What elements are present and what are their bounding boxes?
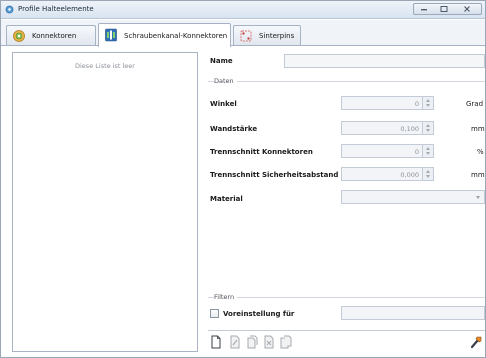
copy-document-icon xyxy=(247,335,258,349)
tab-sinterpins[interactable]: Sinterpins xyxy=(233,25,301,45)
duplicate-document-icon xyxy=(280,335,292,349)
trennschnitt-konnektoren-spinner[interactable] xyxy=(422,145,433,157)
trennschnitt-konnektoren-input[interactable]: 0 xyxy=(341,144,434,158)
preset-input[interactable] xyxy=(341,306,485,320)
wandstaerke-value: 0,100 xyxy=(400,125,419,133)
preset-checkbox[interactable] xyxy=(210,309,219,318)
wandstaerke-spinner[interactable] xyxy=(422,122,433,134)
title-bar: Profile Halteelemente xyxy=(1,1,485,19)
minimize-button[interactable] xyxy=(413,3,435,15)
main-window: Profile Halteelemente Konnektoren Schrau… xyxy=(0,0,486,358)
trennschnitt-sicherheitsabstand-label: Trennschnitt Sicherheitsabstand xyxy=(210,171,339,179)
trennschnitt-konnektoren-label: Trennschnitt Konnektoren xyxy=(210,148,313,156)
wandstaerke-label: Wandstärke xyxy=(210,125,258,133)
trennschnitt-sicherheitsabstand-input[interactable]: 0,000 xyxy=(341,167,434,181)
tab-label: Schraubenkanal-Konnektoren xyxy=(124,32,228,40)
name-label: Name xyxy=(210,57,233,65)
duplicate-button[interactable] xyxy=(280,335,292,349)
screw-channel-icon xyxy=(105,28,117,42)
delete-document-icon xyxy=(264,335,274,349)
winkel-label: Winkel xyxy=(210,100,237,108)
maximize-button[interactable] xyxy=(434,3,454,15)
daten-legend: Daten xyxy=(214,77,237,85)
trennschnitt-sicherheitsabstand-value: 0,000 xyxy=(400,171,419,179)
material-dropdown[interactable] xyxy=(341,190,485,204)
material-label: Material xyxy=(210,195,243,203)
close-button[interactable] xyxy=(453,3,482,15)
new-button[interactable] xyxy=(210,335,222,349)
wandstaerke-input[interactable]: 0,100 xyxy=(341,121,434,135)
details-panel: Name Daten Winkel 0 Grad Wandstärke 0,10… xyxy=(208,47,485,357)
tab-label: Konnektoren xyxy=(32,32,77,40)
winkel-value: 0 xyxy=(414,100,419,108)
wandstaerke-unit: mm xyxy=(471,125,485,133)
filter-legend: Filtern xyxy=(214,293,238,301)
delete-button[interactable] xyxy=(263,335,275,349)
connector-icon xyxy=(13,30,25,42)
tab-strip: Konnektoren Schraubenkanal-Konnektoren S… xyxy=(1,20,485,47)
element-list[interactable]: Diese Liste ist leer xyxy=(12,52,198,352)
filter-divider xyxy=(208,297,485,298)
trennschnitt-konnektoren-unit: % xyxy=(477,148,484,156)
trennschnitt-sicherheitsabstand-unit: mm xyxy=(471,171,485,179)
daten-divider xyxy=(208,81,485,82)
tab-konnektoren[interactable]: Konnektoren xyxy=(6,25,96,45)
empty-list-text: Diese Liste ist leer xyxy=(75,62,135,70)
winkel-spinner[interactable] xyxy=(422,97,433,109)
maximize-icon xyxy=(440,6,447,12)
name-input[interactable] xyxy=(284,54,485,68)
close-icon xyxy=(464,6,470,12)
wrench-tool-icon xyxy=(470,336,482,349)
window-title: Profile Halteelemente xyxy=(18,5,94,13)
app-icon xyxy=(5,5,14,14)
settings-tool-button[interactable] xyxy=(469,335,483,349)
copy-button[interactable] xyxy=(246,335,258,349)
minimize-icon xyxy=(421,9,427,11)
winkel-unit: Grad xyxy=(466,100,484,108)
trennschnitt-konnektoren-value: 0 xyxy=(414,148,419,156)
tab-schraubenkanal-konnektoren[interactable]: Schraubenkanal-Konnektoren xyxy=(98,23,231,47)
new-document-icon xyxy=(211,335,221,349)
edit-document-icon xyxy=(230,335,240,349)
winkel-input[interactable]: 0 xyxy=(341,96,434,110)
sinter-pin-icon xyxy=(240,30,252,42)
preset-label: Voreinstellung für xyxy=(223,310,295,318)
edit-button[interactable] xyxy=(229,335,241,349)
trennschnitt-sicherheitsabstand-spinner[interactable] xyxy=(422,168,433,180)
chevron-down-icon xyxy=(476,196,480,199)
list-toolbar xyxy=(208,331,485,353)
tab-label: Sinterpins xyxy=(259,32,295,40)
